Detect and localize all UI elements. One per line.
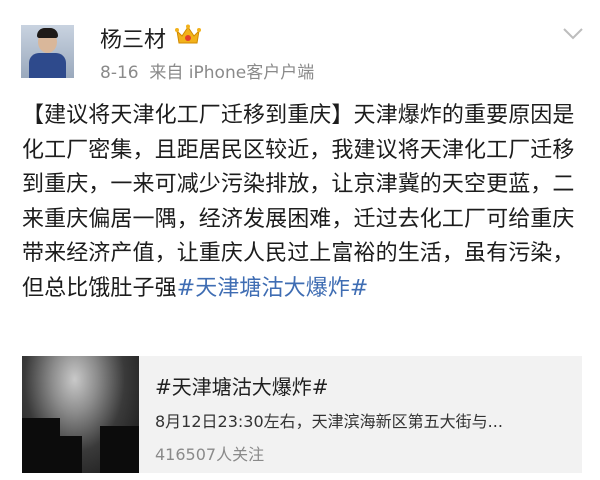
avatar-body — [29, 53, 66, 78]
card-followers: 416507人关注 — [155, 445, 265, 464]
post-source[interactable]: 来自 iPhone客户户端 — [149, 63, 314, 83]
post-body: 【建议将天津化工厂迁移到重庆】天津爆炸的重要原因是化工厂密集，且距居民区较近，我… — [22, 103, 575, 301]
hashtag-link[interactable]: #天津塘沽大爆炸# — [177, 276, 369, 301]
username[interactable]: 杨三材 — [100, 22, 166, 54]
thumb-building — [100, 426, 139, 473]
post-header: 杨三材 8-16 来自 iPhone客户户端 — [0, 0, 600, 95]
topic-thumbnail — [22, 356, 139, 473]
post-meta: 8-16 来自 iPhone客户户端 — [100, 58, 314, 83]
topic-card[interactable]: #天津塘沽大爆炸# 8月12日23:30左右，天津滨海新区第五大街与... 41… — [22, 356, 582, 473]
card-description: 8月12日23:30左右，天津滨海新区第五大街与... — [155, 412, 503, 431]
crown-icon[interactable] — [175, 24, 201, 50]
post-date: 8-16 — [100, 63, 139, 83]
avatar[interactable] — [21, 25, 74, 78]
thumb-building — [52, 436, 82, 473]
chevron-down-icon[interactable] — [562, 26, 584, 45]
post-text: 【建议将天津化工厂迁移到重庆】天津爆炸的重要原因是化工厂密集，且距居民区较近，我… — [22, 99, 584, 306]
avatar-hair — [37, 28, 58, 38]
card-title: #天津塘沽大爆炸# — [155, 375, 329, 399]
